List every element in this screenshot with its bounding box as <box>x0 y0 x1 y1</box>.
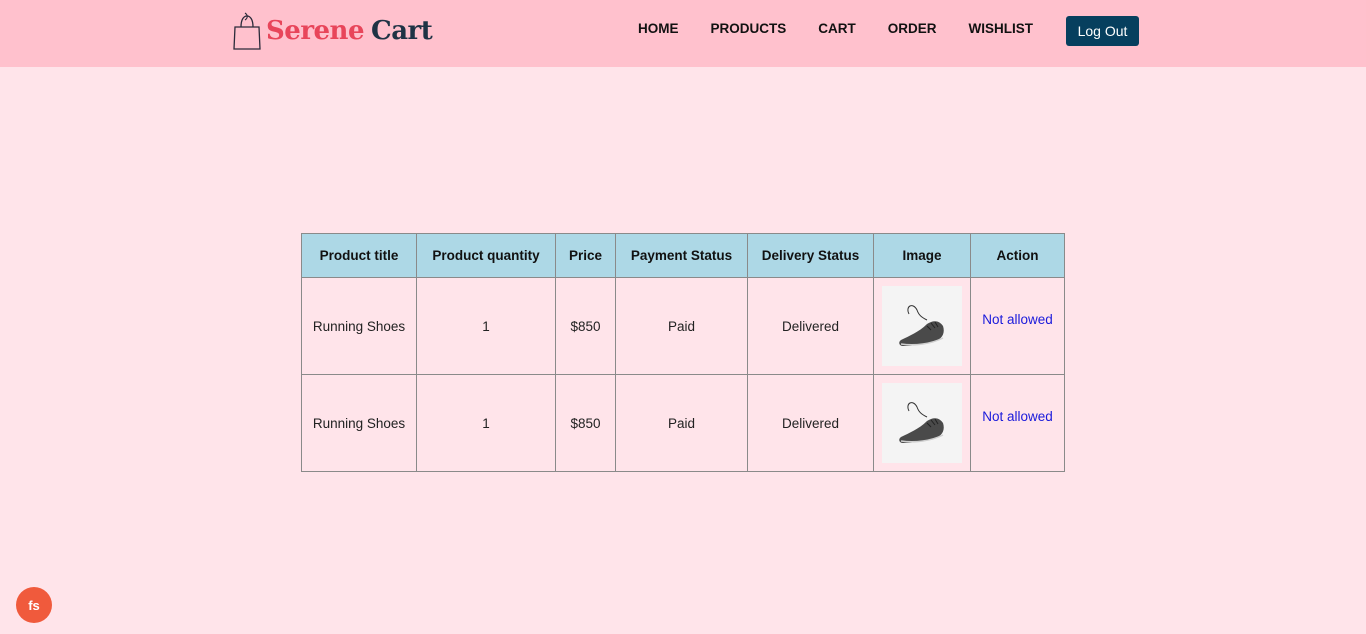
nav-order[interactable]: ORDER <box>888 21 937 37</box>
cell-delivery-status: Delivered <box>747 277 874 375</box>
running-shoe-image <box>882 286 962 366</box>
cell-image <box>873 277 971 375</box>
header-price: Price <box>555 233 616 278</box>
cell-product-title: Running Shoes <box>301 277 417 375</box>
nav-wishlist[interactable]: WISHLIST <box>969 21 1034 37</box>
table-row: Running Shoes 1 $850 Paid Delivered Not … <box>301 374 1065 472</box>
header-product-title: Product title <box>301 233 417 278</box>
shoe-icon <box>899 402 944 443</box>
cell-product-title: Running Shoes <box>301 374 417 472</box>
site-header: Serene Cart HOME PRODUCTS CART ORDER WIS… <box>0 0 1366 67</box>
table-header-row: Product title Product quantity Price Pay… <box>301 233 1065 278</box>
shoe-icon <box>899 305 944 346</box>
table-row: Running Shoes 1 $850 Paid Delivered Not … <box>301 277 1065 375</box>
nav-home[interactable]: HOME <box>638 21 679 37</box>
logout-button[interactable]: Log Out <box>1066 16 1139 46</box>
orders-table: Product title Product quantity Price Pay… <box>301 233 1065 472</box>
running-shoe-image <box>882 383 962 463</box>
cell-image <box>873 374 971 472</box>
brand-logo[interactable]: Serene Cart <box>232 10 433 52</box>
cell-action: Not allowed <box>970 277 1065 375</box>
cell-delivery-status: Delivered <box>747 374 874 472</box>
header-delivery-status: Delivery Status <box>747 233 874 278</box>
brand-name-serene: Serene <box>266 16 365 46</box>
main-nav: HOME PRODUCTS CART ORDER WISHLIST <box>638 21 1065 37</box>
cell-action: Not allowed <box>970 374 1065 472</box>
cell-quantity: 1 <box>416 277 556 375</box>
header-action: Action <box>970 233 1065 278</box>
not-allowed-link[interactable]: Not allowed <box>982 312 1053 327</box>
nav-cart[interactable]: CART <box>818 21 856 37</box>
cell-quantity: 1 <box>416 374 556 472</box>
nav-products[interactable]: PRODUCTS <box>711 21 787 37</box>
fs-badge-button[interactable]: fs <box>16 587 52 623</box>
not-allowed-link[interactable]: Not allowed <box>982 409 1053 424</box>
cell-price: $850 <box>555 374 616 472</box>
header-product-quantity: Product quantity <box>416 233 556 278</box>
header-image: Image <box>873 233 971 278</box>
cell-payment-status: Paid <box>615 374 748 472</box>
shopping-bag-icon <box>233 12 261 50</box>
cell-payment-status: Paid <box>615 277 748 375</box>
header-payment-status: Payment Status <box>615 233 748 278</box>
cell-price: $850 <box>555 277 616 375</box>
brand-name-cart: Cart <box>371 16 433 46</box>
